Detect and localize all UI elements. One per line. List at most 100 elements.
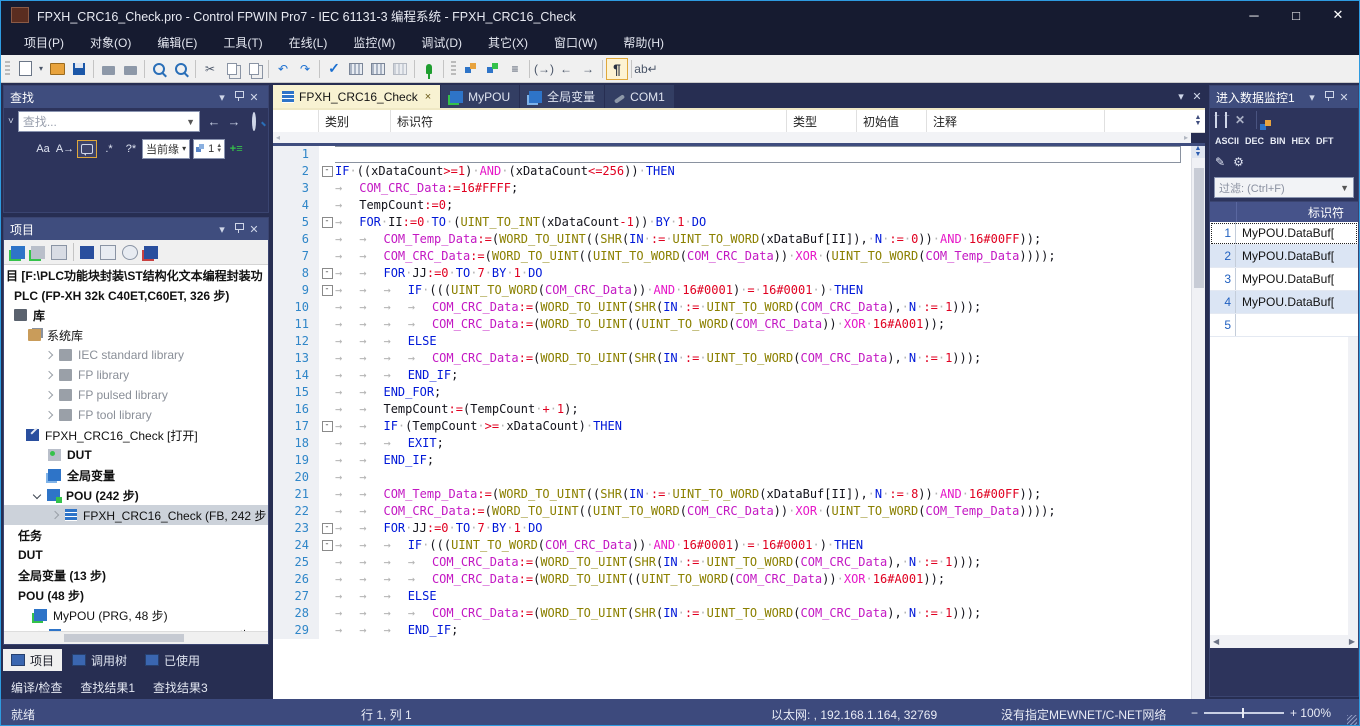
code-line[interactable]: 11→→→→COM_CRC_Data:=(WORD_TO_UINT((UINT_… xyxy=(273,316,1191,333)
fold-collapse-icon[interactable]: - xyxy=(322,166,333,177)
menu-item-5[interactable]: 监控(M) xyxy=(340,30,408,55)
tree-item-16[interactable]: POU (48 步) xyxy=(4,585,268,605)
doc-tab-MyPOU[interactable]: MyPOU xyxy=(441,85,519,108)
grid-header-类别[interactable]: 类别 xyxy=(319,110,391,132)
doc-tab-COM1[interactable]: COM1 xyxy=(605,85,674,108)
toolbar-grip-2[interactable] xyxy=(451,61,456,77)
search-comments-button[interactable] xyxy=(77,140,97,158)
menu-item-9[interactable]: 帮助(H) xyxy=(610,30,677,55)
edit-pencil-button[interactable]: ✎ xyxy=(1215,155,1225,169)
code-line[interactable]: 21→→COM_Temp_Data:=(WORD_TO_UINT((SHR(IN… xyxy=(273,486,1191,503)
back-ref-button[interactable]: ← xyxy=(555,58,577,80)
tree-item-10[interactable]: 全局变量 xyxy=(4,465,268,485)
tree-expand-icon[interactable] xyxy=(51,511,59,519)
code-line[interactable]: 14→→→END_IF; xyxy=(273,367,1191,384)
add-task-button[interactable] xyxy=(51,245,67,260)
menu-item-6[interactable]: 调试(D) xyxy=(408,30,475,55)
monitor-row-1[interactable]: 1MyPOU.DataBuf[ xyxy=(1210,222,1358,245)
new-object-button[interactable] xyxy=(80,246,94,259)
tree-item-1[interactable]: PLC (FP-XH 32k C40ET,C60ET, 326 步) xyxy=(4,285,268,305)
tab-list-icon[interactable]: ▾ xyxy=(1173,90,1189,103)
code-line[interactable]: 20→→ xyxy=(273,469,1191,486)
edit-object-button[interactable] xyxy=(100,245,116,260)
print-setup-button[interactable] xyxy=(97,58,119,80)
monitor-panel-menu-icon[interactable]: ▾ xyxy=(1304,91,1320,104)
code-line[interactable]: 27→→→ELSE xyxy=(273,588,1191,605)
undo-button[interactable]: ↶ xyxy=(272,58,294,80)
add-pou-button[interactable] xyxy=(11,246,25,259)
fold-collapse-icon[interactable]: - xyxy=(322,523,333,534)
dock-tab-项目[interactable]: 项目 xyxy=(3,649,62,671)
view-object-button[interactable] xyxy=(122,245,138,260)
search-history-dropdown-icon[interactable]: ▼ xyxy=(186,117,195,127)
code-line[interactable]: 16→→TempCount:=(TempCount·+·1); xyxy=(273,401,1191,418)
monitor-row-4[interactable]: 4MyPOU.DataBuf[ xyxy=(1210,291,1358,314)
delete-object-button[interactable] xyxy=(144,246,158,259)
tree-item-15[interactable]: 全局变量 (13 步) xyxy=(4,565,268,585)
tree-expand-icon[interactable] xyxy=(45,351,53,359)
fold-collapse-icon[interactable]: - xyxy=(322,268,333,279)
fold-collapse-icon[interactable]: - xyxy=(322,217,333,228)
tree-item-5[interactable]: FP library xyxy=(4,365,268,385)
editor-split-handle[interactable]: ▲▼ xyxy=(1191,146,1205,158)
editor-vscrollbar[interactable]: ▲ ▼ xyxy=(1191,146,1205,726)
menu-item-4[interactable]: 在线(L) xyxy=(276,30,341,55)
code-line[interactable]: 1 xyxy=(273,146,1191,163)
code-line[interactable]: 8-→→FOR·JJ:=0·TO·7·BY·1·DO xyxy=(273,265,1191,282)
project-panel-menu-icon[interactable]: ▾ xyxy=(214,223,230,236)
search-panel-close-icon[interactable]: ✕ xyxy=(246,91,262,104)
code-line[interactable]: 18→→→EXIT; xyxy=(273,435,1191,452)
search-go-button[interactable] xyxy=(244,114,264,129)
show-whitespace-button[interactable]: ¶ xyxy=(606,58,628,80)
compile-button[interactable] xyxy=(345,58,367,80)
variable-grid-hscrollbar[interactable]: ◂▸ xyxy=(273,132,1191,143)
maximize-button[interactable]: □ xyxy=(1275,1,1317,29)
monitor-panel-close-icon[interactable]: ✕ xyxy=(1336,91,1352,104)
grid-header-注释[interactable]: 注释 xyxy=(927,110,1105,132)
format-hex-button[interactable]: HEX xyxy=(1292,136,1311,146)
print-button[interactable] xyxy=(119,58,141,80)
format-dft-button[interactable]: DFT xyxy=(1316,136,1334,146)
tree-item-11[interactable]: POU (242 步) xyxy=(4,485,268,505)
doc-tab-全局变量[interactable]: 全局变量 xyxy=(520,85,604,108)
code-line[interactable]: 17-→→IF·(TempCount·>=·xDataCount)·THEN xyxy=(273,418,1191,435)
code-line[interactable]: 5-→FOR·II:=0·TO·(UINT_TO_INT(xDataCount-… xyxy=(273,214,1191,231)
code-line[interactable]: 10→→→→COM_CRC_Data:=(WORD_TO_UINT(SHR(IN… xyxy=(273,299,1191,316)
tree-item-8[interactable]: FPXH_CRC16_Check [打开] xyxy=(4,425,268,445)
grid-header-类型[interactable]: 类型 xyxy=(787,110,857,132)
format-dec-button[interactable]: DEC xyxy=(1245,136,1264,146)
zoom-slider[interactable]: − + xyxy=(1191,706,1297,720)
tree-expand-icon[interactable] xyxy=(45,371,53,379)
wildcard-button[interactable]: ?* xyxy=(121,140,141,158)
online-mode-button[interactable] xyxy=(418,58,440,80)
jump-button[interactable]: (→) xyxy=(533,58,555,80)
code-line[interactable]: 15→→END_FOR; xyxy=(273,384,1191,401)
code-line[interactable]: 3→COM_CRC_Data:=16#FFFF; xyxy=(273,180,1191,197)
zoom-in-icon[interactable]: + xyxy=(1290,706,1297,720)
fold-collapse-icon[interactable]: - xyxy=(322,285,333,296)
find-next-button[interactable]: → xyxy=(224,114,244,129)
tab-close-icon[interactable]: × xyxy=(425,91,431,103)
code-line[interactable]: 2-IF·((xDataCount>=1)·AND·(xDataCount<=2… xyxy=(273,163,1191,180)
menu-item-3[interactable]: 工具(T) xyxy=(210,30,275,55)
new-file-dropdown[interactable]: ▾ xyxy=(36,58,46,80)
tree-item-3[interactable]: 系统库 xyxy=(4,325,268,345)
code-line[interactable]: 19→→END_IF; xyxy=(273,452,1191,469)
tree-item-6[interactable]: FP pulsed library xyxy=(4,385,268,405)
search-count-stepper[interactable]: 1▲▼ xyxy=(193,139,225,159)
search-panel-pin-icon[interactable] xyxy=(230,91,246,104)
menu-item-1[interactable]: 对象(O) xyxy=(77,30,144,55)
filter-dropdown-icon[interactable]: ▼ xyxy=(1340,183,1349,193)
code-line[interactable]: 13→→→→COM_CRC_Data:=(WORD_TO_UINT(SHR(IN… xyxy=(273,350,1191,367)
code-editor[interactable]: 12-IF·((xDataCount>=1)·AND·(xDataCount<=… xyxy=(273,146,1191,726)
code-line[interactable]: 22→→COM_CRC_Data:=(WORD_TO_UINT((UINT_TO… xyxy=(273,503,1191,520)
tree-expand-icon[interactable] xyxy=(45,391,53,399)
code-line[interactable]: 7→→COM_CRC_Data:=(WORD_TO_UINT((UINT_TO_… xyxy=(273,248,1191,265)
resize-grip[interactable] xyxy=(1347,715,1357,725)
search-scope-select[interactable]: 当前缘 ▾ xyxy=(142,139,190,159)
copy-button[interactable] xyxy=(221,58,243,80)
open-button[interactable] xyxy=(46,58,68,80)
monitor-panel-pin-icon[interactable] xyxy=(1320,91,1336,104)
find-button[interactable] xyxy=(148,58,170,80)
code-line[interactable]: 26→→→→COM_CRC_Data:=(WORD_TO_UINT((UINT_… xyxy=(273,571,1191,588)
